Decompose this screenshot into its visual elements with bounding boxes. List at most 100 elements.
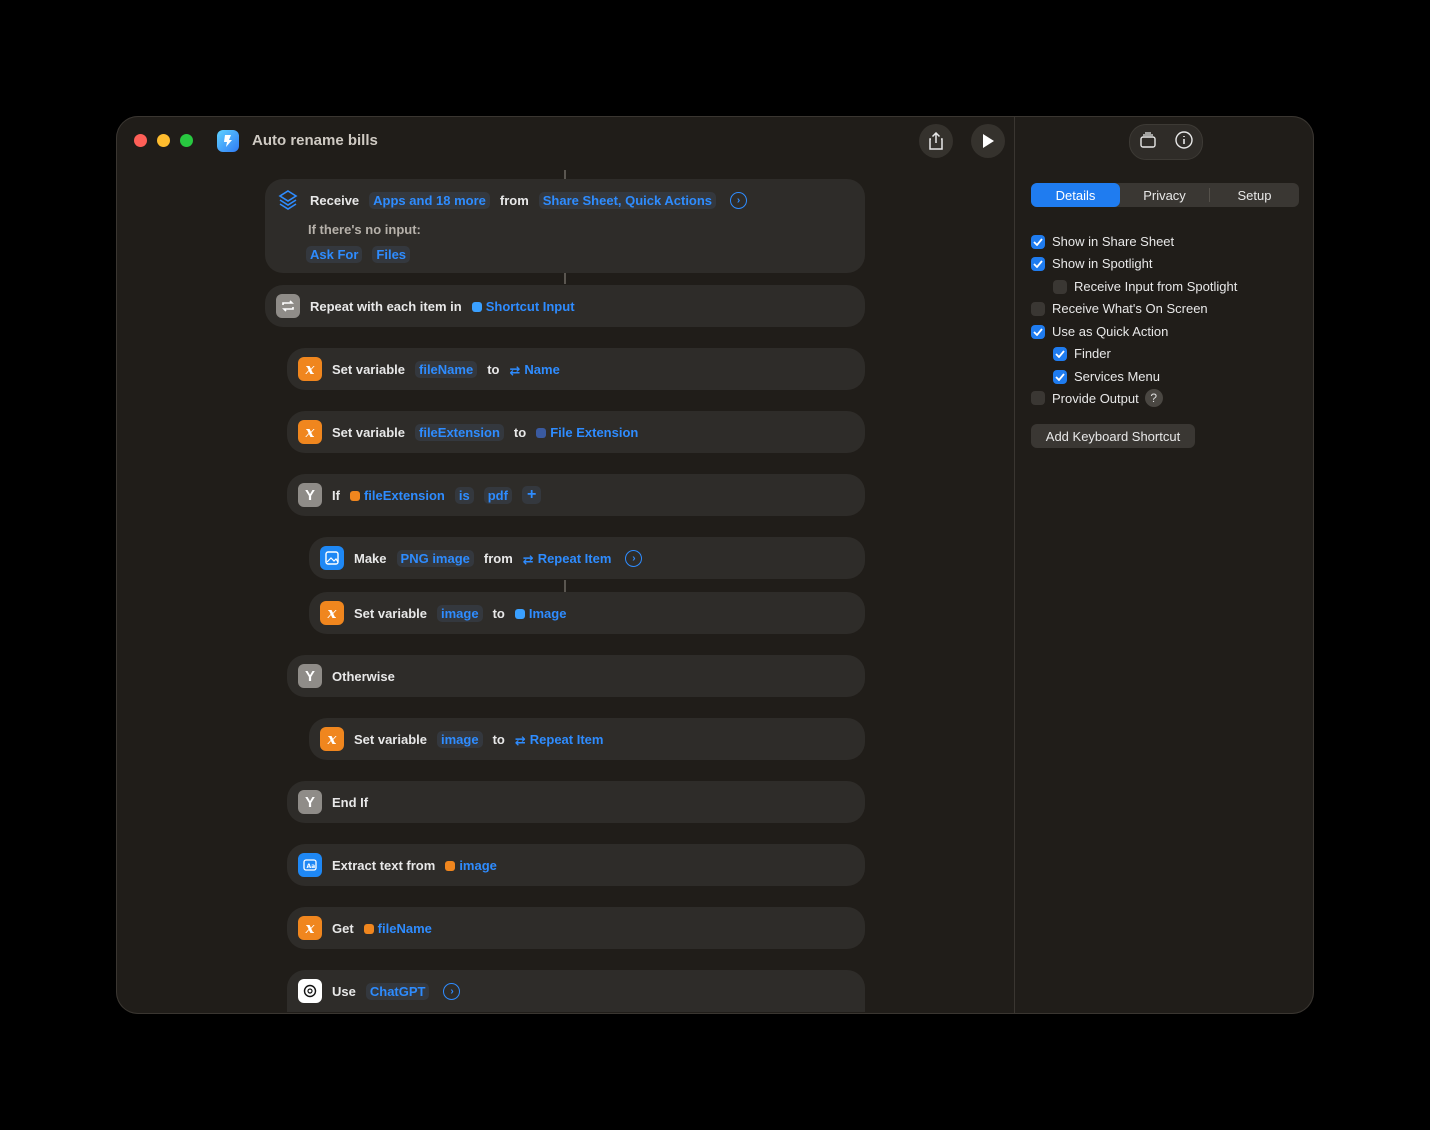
play-icon bbox=[983, 134, 994, 148]
option-label: Services Menu bbox=[1074, 369, 1160, 384]
add-condition-button[interactable]: + bbox=[521, 486, 542, 504]
files-token[interactable]: Files bbox=[372, 245, 411, 263]
to-label: to bbox=[513, 424, 527, 440]
if-label: If bbox=[332, 487, 340, 503]
set-variable-image-action[interactable]: x Set variable image to Image bbox=[309, 592, 865, 634]
share-button[interactable] bbox=[919, 124, 953, 158]
use-chatgpt-action[interactable]: Use ChatGPT › bbox=[287, 970, 865, 1012]
file-extension-label: File Extension bbox=[550, 424, 639, 440]
filename-variable-token[interactable]: fileName bbox=[363, 920, 432, 936]
checkbox-checked[interactable] bbox=[1053, 346, 1067, 361]
show-in-spotlight-option[interactable]: Show in Spotlight bbox=[1031, 256, 1152, 271]
option-label: Receive Input from Spotlight bbox=[1074, 279, 1238, 294]
shortcut-input-token[interactable]: Shortcut Input bbox=[471, 299, 575, 314]
repeat-item-token[interactable]: ⇄ Repeat Item bbox=[515, 732, 604, 748]
checkbox-unchecked[interactable] bbox=[1031, 301, 1045, 316]
file-icon bbox=[536, 427, 547, 438]
set-variable-image-repeat-action[interactable]: x Set variable image to ⇄ Repeat Item bbox=[309, 718, 865, 760]
use-as-quick-action-option[interactable]: Use as Quick Action bbox=[1031, 324, 1168, 339]
chevron-right-icon[interactable]: › bbox=[730, 191, 748, 209]
make-label: Make bbox=[354, 550, 387, 566]
add-keyboard-shortcut-button[interactable]: Add Keyboard Shortcut bbox=[1031, 424, 1195, 448]
tab-details[interactable]: Details bbox=[1031, 183, 1120, 207]
connector bbox=[564, 580, 566, 592]
checkbox-checked[interactable] bbox=[1031, 234, 1045, 249]
variable-icon: x bbox=[298, 420, 322, 444]
info-icon[interactable] bbox=[1174, 130, 1194, 155]
name-token-label: Name bbox=[524, 361, 560, 377]
variable-icon bbox=[349, 490, 360, 501]
receive-whats-on-screen-option[interactable]: Receive What's On Screen bbox=[1031, 301, 1208, 316]
repeat-action[interactable]: Repeat with each item in Shortcut Input bbox=[265, 285, 865, 327]
repeat-label: Repeat with each item in bbox=[310, 298, 462, 314]
receive-label: Receive bbox=[310, 192, 360, 208]
variable-name-token[interactable]: image bbox=[437, 604, 483, 622]
set-variable-filename-action[interactable]: x Set variable fileName to ⇄ Name bbox=[287, 348, 865, 390]
app-token[interactable]: ChatGPT bbox=[365, 982, 430, 1000]
services-menu-option[interactable]: Services Menu bbox=[1053, 369, 1160, 384]
variable-icon: x bbox=[320, 727, 344, 751]
run-button[interactable] bbox=[971, 124, 1005, 158]
image-variable-token[interactable]: image bbox=[445, 858, 497, 873]
checkbox-checked[interactable] bbox=[1031, 256, 1045, 271]
variable-name-token[interactable]: fileName bbox=[415, 360, 478, 378]
receive-from-label: from bbox=[499, 192, 529, 208]
provide-output-option[interactable]: Provide Output ? bbox=[1031, 389, 1163, 407]
finder-option[interactable]: Finder bbox=[1053, 346, 1111, 361]
repeat-item-label: Repeat Item bbox=[537, 550, 612, 566]
to-label: to bbox=[492, 731, 505, 747]
image-token[interactable]: Image bbox=[514, 606, 566, 621]
condition-value-token[interactable]: pdf bbox=[483, 486, 512, 504]
get-variable-action[interactable]: x Get fileName bbox=[287, 907, 865, 949]
checkbox-checked[interactable] bbox=[1031, 324, 1045, 339]
repeat-item-icon: ⇄ bbox=[522, 551, 534, 567]
end-if-action[interactable]: Y End If bbox=[287, 781, 865, 823]
chevron-right-icon[interactable]: › bbox=[625, 549, 643, 567]
minimize-window-button[interactable] bbox=[157, 134, 170, 147]
show-in-share-sheet-option[interactable]: Show in Share Sheet bbox=[1031, 234, 1174, 249]
tab-privacy[interactable]: Privacy bbox=[1120, 183, 1209, 207]
help-button[interactable]: ? bbox=[1144, 389, 1163, 407]
text-recognition-icon: Aa bbox=[298, 853, 322, 877]
to-label: to bbox=[492, 605, 505, 621]
image-variable-label: image bbox=[459, 857, 497, 873]
library-icon[interactable] bbox=[1139, 131, 1157, 153]
shortcuts-window: Auto rename bills Receive Apps and 18 mo… bbox=[116, 116, 1314, 1014]
variable-icon: x bbox=[320, 601, 344, 625]
set-variable-label: Set variable bbox=[332, 424, 405, 440]
make-image-action[interactable]: Make PNG image from ⇄ Repeat Item › bbox=[309, 537, 865, 579]
variable-icon bbox=[445, 860, 456, 871]
variable-name-token[interactable]: fileExtension bbox=[415, 423, 504, 441]
set-variable-fileextension-action[interactable]: x Set variable fileExtension to File Ext… bbox=[287, 411, 865, 453]
receive-types-token[interactable]: Apps and 18 more bbox=[369, 191, 490, 209]
ask-for-token[interactable]: Ask For bbox=[306, 245, 363, 263]
extract-text-action[interactable]: Aa Extract text from image bbox=[287, 844, 865, 886]
repeat-item-token[interactable]: ⇄ Repeat Item bbox=[522, 550, 612, 567]
workflow-canvas[interactable]: Receive Apps and 18 more from Share Shee… bbox=[116, 164, 1014, 1014]
close-window-button[interactable] bbox=[134, 134, 147, 147]
zoom-window-button[interactable] bbox=[180, 134, 193, 147]
otherwise-action[interactable]: Y Otherwise bbox=[287, 655, 865, 697]
variable-name-token[interactable]: image bbox=[437, 730, 483, 748]
tab-setup[interactable]: Setup bbox=[1210, 183, 1299, 207]
receive-input-from-spotlight-option[interactable]: Receive Input from Spotlight bbox=[1053, 279, 1237, 294]
option-label: Provide Output bbox=[1052, 390, 1139, 406]
filename-variable-label: fileName bbox=[377, 920, 432, 936]
if-variable-token[interactable]: fileExtension bbox=[349, 487, 445, 503]
otherwise-label: Otherwise bbox=[332, 668, 395, 684]
from-label: from bbox=[483, 550, 513, 566]
if-action[interactable]: Y If fileExtension is pdf + bbox=[287, 474, 865, 516]
set-variable-label: Set variable bbox=[332, 361, 405, 377]
if-variable-label: fileExtension bbox=[363, 487, 445, 503]
checkbox-unchecked[interactable] bbox=[1031, 391, 1045, 405]
name-token[interactable]: ⇄ Name bbox=[509, 361, 560, 378]
checkbox-checked[interactable] bbox=[1053, 369, 1067, 384]
file-extension-token[interactable]: File Extension bbox=[536, 425, 638, 440]
receive-sources-token[interactable]: Share Sheet, Quick Actions bbox=[538, 191, 717, 209]
connector bbox=[564, 272, 566, 284]
chevron-right-icon[interactable]: › bbox=[443, 982, 461, 1000]
checkbox-unchecked[interactable] bbox=[1053, 279, 1067, 294]
condition-operator-token[interactable]: is bbox=[454, 486, 474, 504]
image-type-token[interactable]: PNG image bbox=[396, 549, 474, 567]
to-label: to bbox=[487, 361, 500, 377]
